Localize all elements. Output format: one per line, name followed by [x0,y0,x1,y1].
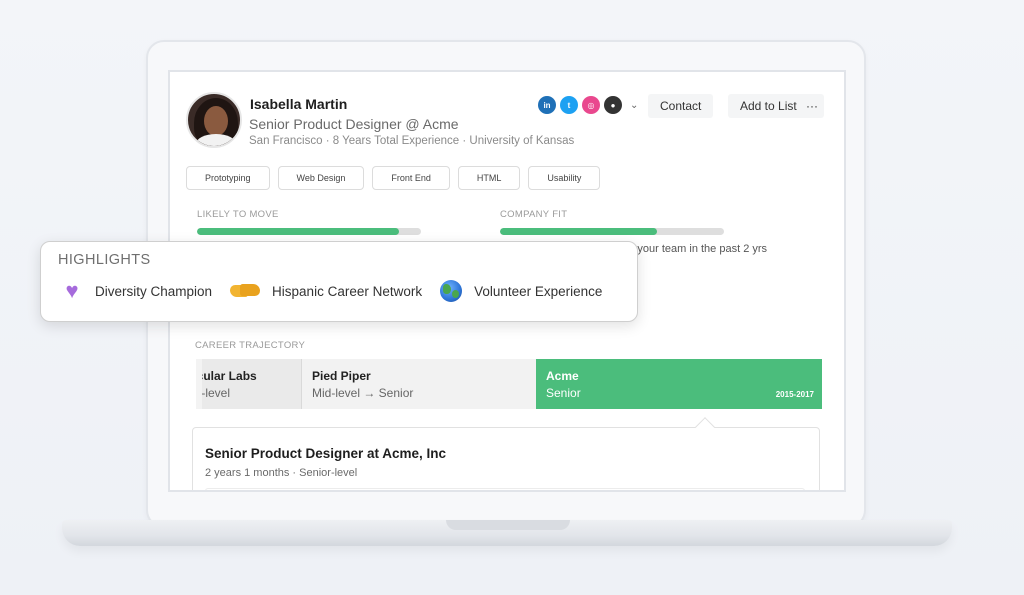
scroll-left-edge[interactable] [196,359,202,409]
skill-tags: Prototyping Web Design Front End HTML Us… [186,166,601,190]
avatar[interactable] [186,92,242,148]
career-level: id-level [196,386,231,400]
likely-to-move-fill [197,228,399,235]
profile-title: Senior Product Designer @ Acme [249,116,459,132]
highlight-item[interactable]: Hispanic Career Network [230,280,422,302]
skill-tag[interactable]: Usability [528,166,601,190]
social-links: in t ◎ ● ⌄ [538,96,638,114]
career-segment[interactable]: Pied Piper Mid-level → Senior [302,359,536,409]
position-title: Senior Product Designer at Acme, Inc [205,446,447,461]
career-level: Mid-level → Senior [312,386,414,400]
career-company: Pied Piper [312,369,371,383]
highlight-label: Hispanic Career Network [272,283,423,299]
career-trajectory: rcular Labs id-level Pied Piper Mid-leve… [196,359,822,409]
highlight-label: Volunteer Experience [474,283,603,299]
profile-experience: 8 Years Total Experience [332,135,460,147]
skill-tag[interactable]: Front End [372,166,450,190]
add-to-list-button[interactable]: Add to List [728,94,809,118]
highlight-label: Diversity Champion [95,283,213,299]
career-segment[interactable]: rcular Labs id-level [196,359,302,409]
position-detail-card: Senior Product Designer at Acme, Inc 2 y… [192,427,820,490]
profile-education: University of Kansas [469,135,575,147]
meta-separator: · [325,135,330,147]
purple-heart-icon: ♥ [65,278,79,303]
globe-icon [440,280,463,302]
career-level: Senior [546,386,581,400]
career-company: rcular Labs [196,369,257,383]
contact-button[interactable]: Contact [648,94,714,118]
career-segment-active[interactable]: Acme Senior 2015-2017 [536,359,822,409]
team-note: ned your team in the past 2 yrs [616,243,768,255]
more-options-button[interactable]: ··· [800,94,824,118]
twitter-icon[interactable]: t [560,96,578,114]
profile-name: Isabella Martin [250,96,348,112]
position-description [205,488,805,490]
highlights-list: ♥ Diversity Champion Hispanic Career Net… [61,280,620,302]
career-trajectory-label: CAREER TRAJECTORY [195,340,306,351]
highlights-card: HIGHLIGHTS ♥ Diversity Champion Hispanic… [40,241,638,322]
career-company: Acme [546,369,579,383]
skill-tag[interactable]: HTML [457,166,521,190]
highlight-item[interactable]: ♥ Diversity Champion [61,280,212,302]
likely-to-move-label: LIKELY TO MOVE [197,209,279,220]
github-icon[interactable]: ● [604,96,622,114]
career-years: 2015-2017 [775,390,814,399]
profile-location: San Francisco [249,135,323,147]
meta-separator: · [462,135,467,147]
highlight-item[interactable]: Volunteer Experience [440,280,602,302]
skill-tag[interactable]: Prototyping [186,166,270,190]
laptop-notch [446,520,570,530]
skill-tag[interactable]: Web Design [277,166,365,190]
handshake-icon [230,280,261,302]
company-fit-fill [500,228,657,235]
linkedin-icon[interactable]: in [538,96,556,114]
highlights-title: HIGHLIGHTS [58,252,151,268]
chevron-down-icon[interactable]: ⌄ [630,100,638,111]
company-fit-bar [500,228,724,235]
profile-meta: San Francisco · 8 Years Total Experience… [249,135,574,147]
dribbble-icon[interactable]: ◎ [582,96,600,114]
position-subtitle: 2 years 1 months · Senior-level [205,467,358,479]
likely-to-move-bar [197,228,421,235]
company-fit-label: COMPANY FIT [500,209,568,220]
